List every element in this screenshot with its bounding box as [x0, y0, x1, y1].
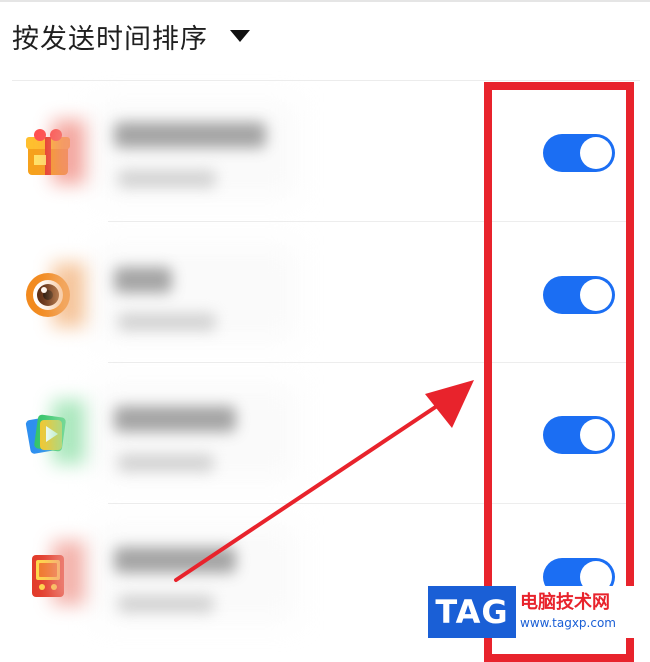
watermark-logo: TAG [428, 586, 516, 638]
watermark: TAG 电脑技术网 www.tagxp.com [428, 586, 646, 638]
watermark-url: www.tagxp.com [520, 616, 616, 630]
watermark-title: 电脑技术网 [520, 592, 610, 613]
annotation-arrow-icon [174, 380, 474, 582]
